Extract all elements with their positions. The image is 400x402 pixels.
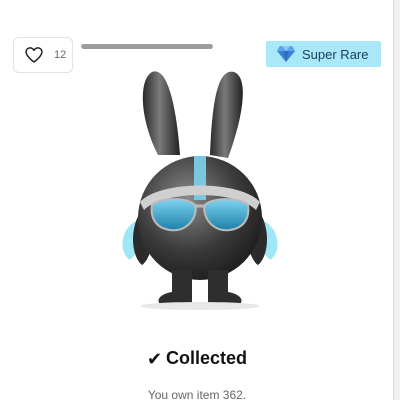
checkmark-icon: ✔ — [146, 348, 163, 369]
status-label: Collected — [166, 348, 248, 368]
heart-outline-icon — [24, 45, 44, 65]
progress-fill — [81, 44, 213, 49]
progress-bar — [81, 44, 213, 49]
scrollbar-edge — [393, 0, 400, 400]
rarity-label: Super Rare — [302, 46, 369, 62]
like-button[interactable]: 12 — [13, 37, 73, 73]
collectible-figure — [100, 60, 300, 310]
collection-status: ✔ Collected — [0, 348, 394, 369]
like-count: 12 — [54, 49, 67, 61]
